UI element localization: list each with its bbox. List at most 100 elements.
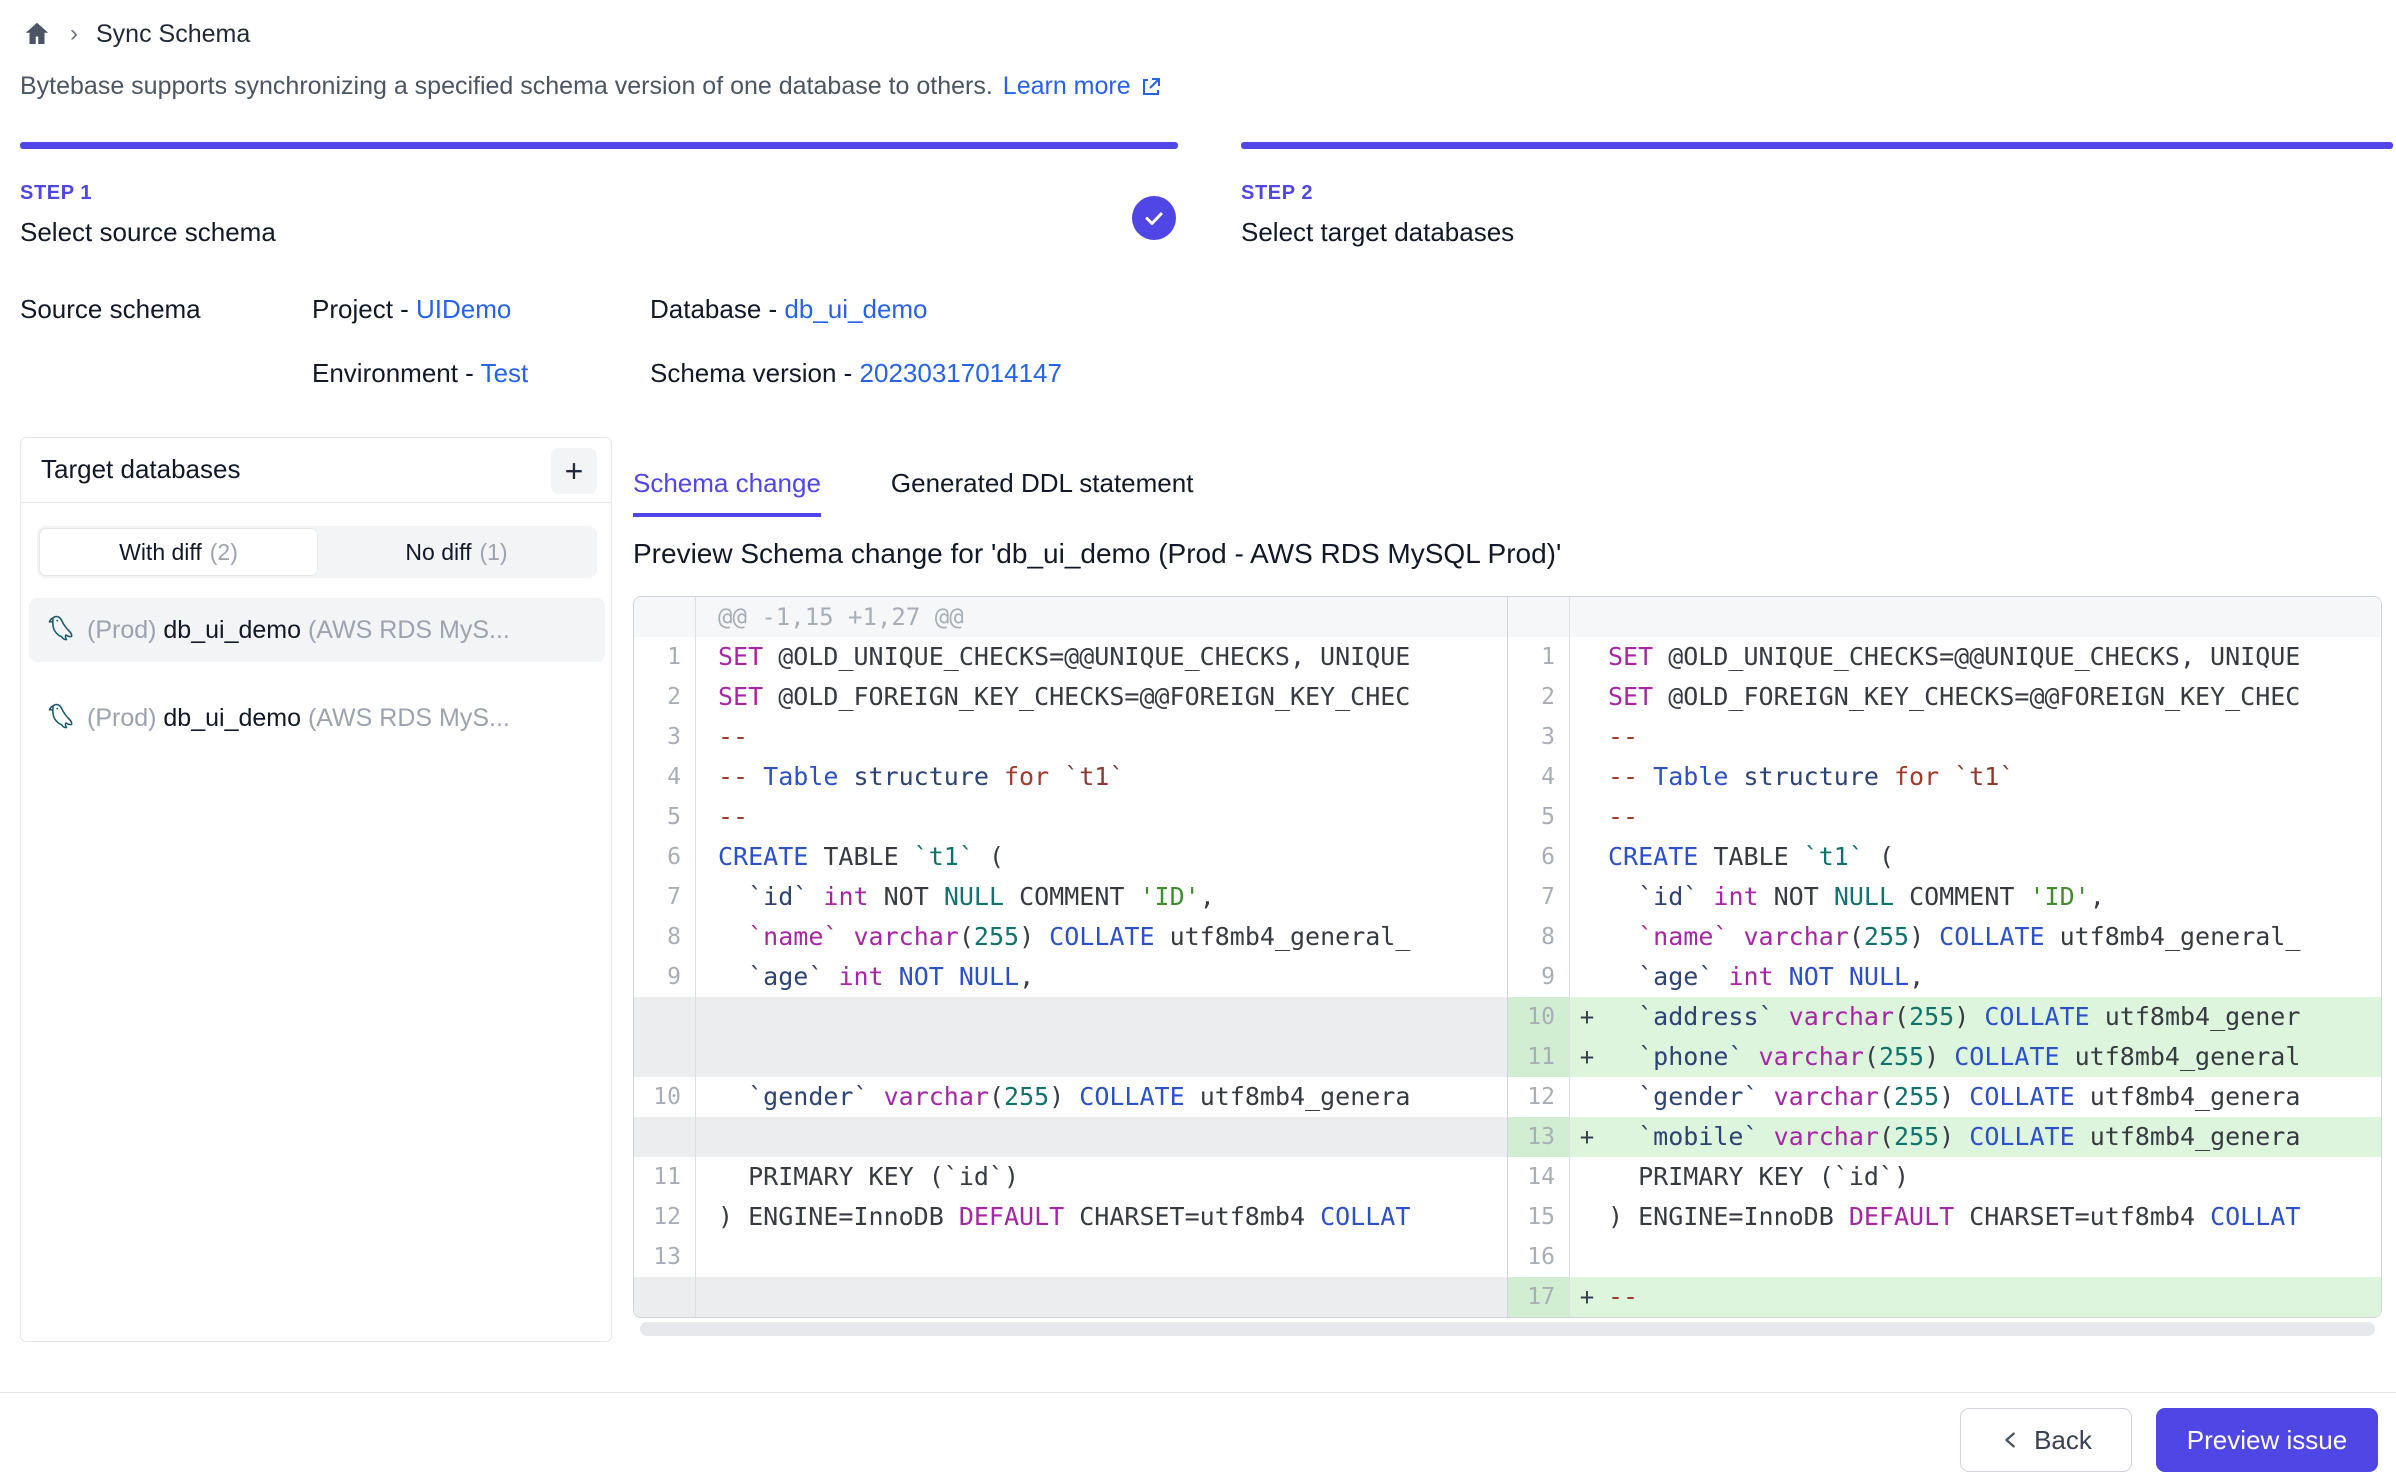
line-number: 11: [634, 1157, 696, 1197]
code-text: --: [1604, 717, 2381, 757]
segment-no-diff[interactable]: No diff (1): [318, 528, 595, 576]
tab-generated-ddl[interactable]: Generated DDL statement: [891, 468, 1194, 517]
line-number: 10: [1508, 997, 1570, 1037]
diff-line: 3--: [634, 717, 1507, 757]
line-number: 8: [1508, 917, 1570, 957]
diff-spacer-row: [634, 1277, 1507, 1317]
code-text: `id` int NOT NULL COMMENT 'ID',: [696, 877, 1507, 917]
code-text: `mobile` varchar(255) COLLATE utf8mb4_ge…: [1604, 1117, 2381, 1157]
diff-line: 5--: [1508, 797, 2381, 837]
line-number: 6: [634, 837, 696, 877]
diff-add-marker: [1570, 1077, 1604, 1117]
line-number: 4: [1508, 757, 1570, 797]
diff-line: 1SET @OLD_UNIQUE_CHECKS=@@UNIQUE_CHECKS,…: [1508, 637, 2381, 677]
diff-line: 4 -- Table structure for `t1`: [1508, 757, 2381, 797]
diff-add-marker: [1570, 677, 1604, 717]
database-link[interactable]: db_ui_demo: [784, 294, 927, 324]
line-number: 3: [634, 717, 696, 757]
code-text: -- Table structure for `t1`: [1604, 757, 2381, 797]
chevron-right-icon: ›: [70, 20, 78, 48]
source-environment-field: Environment - Test: [312, 358, 528, 389]
code-text: --: [1604, 1277, 2381, 1317]
schema-version-link[interactable]: 20230317014147: [860, 358, 1062, 388]
diff-add-marker: +: [1570, 1117, 1604, 1157]
line-number: 1: [634, 637, 696, 677]
diff-line: 13: [634, 1237, 1507, 1277]
mysql-icon: [43, 700, 79, 736]
line-number: 7: [1508, 877, 1570, 917]
diff-add-marker: [1570, 1197, 1604, 1237]
code-text: [696, 997, 1507, 1037]
source-schema-label: Source schema: [20, 294, 201, 325]
database-item-label: (Prod) db_ui_demo (AWS RDS MyS...: [87, 616, 510, 645]
source-database-field: Database - db_ui_demo: [650, 294, 928, 325]
home-icon[interactable]: [22, 19, 52, 49]
tab-schema-change[interactable]: Schema change: [633, 468, 821, 517]
diff-line: 10+ `address` varchar(255) COLLATE utf8m…: [1508, 997, 2381, 1037]
line-number: 13: [634, 1237, 696, 1277]
environment-link[interactable]: Test: [481, 358, 529, 388]
diff-line: 16: [1508, 1237, 2381, 1277]
code-text: [696, 1277, 1507, 1317]
code-text: SET @OLD_UNIQUE_CHECKS=@@UNIQUE_CHECKS, …: [696, 637, 1507, 677]
step2-progress-bar: [1241, 142, 2393, 149]
code-text: `id` int NOT NULL COMMENT 'ID',: [1604, 877, 2381, 917]
diff-line: 1SET @OLD_UNIQUE_CHECKS=@@UNIQUE_CHECKS,…: [634, 637, 1507, 677]
diff-line: 8 `name` varchar(255) COLLATE utf8mb4_ge…: [634, 917, 1507, 957]
learn-more-link[interactable]: Learn more: [1003, 72, 1163, 101]
step2-block: STEP 2 Select target databases: [1241, 182, 2393, 278]
diff-add-marker: [1570, 957, 1604, 997]
code-text: SET @OLD_UNIQUE_CHECKS=@@UNIQUE_CHECKS, …: [1604, 637, 2381, 677]
code-text: `address` varchar(255) COLLATE utf8mb4_g…: [1604, 997, 2381, 1037]
preview-issue-button[interactable]: Preview issue: [2156, 1408, 2378, 1472]
diff-line: 5--: [634, 797, 1507, 837]
diff-line: 10 `gender` varchar(255) COLLATE utf8mb4…: [634, 1077, 1507, 1117]
diff-spacer-row: [634, 1037, 1507, 1077]
step1-block: STEP 1 Select source schema: [20, 182, 1178, 278]
line-number: 10: [634, 1077, 696, 1117]
code-text: `phone` varchar(255) COLLATE utf8mb4_gen…: [1604, 1037, 2381, 1077]
code-text: `gender` varchar(255) COLLATE utf8mb4_ge…: [1604, 1077, 2381, 1117]
page-description: Bytebase supports synchronizing a specif…: [20, 72, 1163, 101]
schema-diff-viewer: @@ -1,15 +1,27 @@1SET @OLD_UNIQUE_CHECKS…: [633, 596, 2382, 1318]
diff-filter-segmented-control: With diff (2)No diff (1): [37, 526, 597, 578]
code-text: SET @OLD_FOREIGN_KEY_CHECKS=@@FOREIGN_KE…: [1604, 677, 2381, 717]
diff-line: 11 PRIMARY KEY (`id`): [634, 1157, 1507, 1197]
line-number: 6: [1508, 837, 1570, 877]
line-number: 15: [1508, 1197, 1570, 1237]
add-database-button[interactable]: +: [551, 448, 597, 494]
code-text: `age` int NOT NULL,: [1604, 957, 2381, 997]
mysql-icon: [43, 612, 79, 648]
sync-schema-page: › Sync Schema Bytebase supports synchron…: [0, 0, 2396, 1480]
diff-line: 4-- Table structure for `t1`: [634, 757, 1507, 797]
code-text: CREATE TABLE `t1` (: [696, 837, 1507, 877]
diff-hunk-header: @@ -1,15 +1,27 @@: [634, 597, 1507, 637]
code-text: [696, 1237, 1507, 1277]
diff-line: 12) ENGINE=InnoDB DEFAULT CHARSET=utf8mb…: [634, 1197, 1507, 1237]
diff-add-marker: +: [1570, 997, 1604, 1037]
line-number: [634, 1037, 696, 1077]
horizontal-scrollbar[interactable]: [640, 1322, 2375, 1336]
diff-add-marker: [1570, 717, 1604, 757]
diff-hunk-header: [1508, 597, 2381, 637]
diff-line: 9 `age` int NOT NULL,: [1508, 957, 2381, 997]
target-database-item[interactable]: (Prod) db_ui_demo (AWS RDS MyS...: [29, 598, 605, 662]
segment-with-diff[interactable]: With diff (2): [39, 528, 318, 576]
line-number: [634, 1277, 696, 1317]
chevron-left-icon: [2000, 1429, 2022, 1451]
external-link-icon: [1139, 75, 1163, 99]
step2-label: STEP 2: [1241, 182, 2393, 205]
target-database-item[interactable]: (Prod) db_ui_demo (AWS RDS MyS...: [29, 686, 605, 750]
code-text: [1604, 1237, 2381, 1277]
diff-line: 6CREATE TABLE `t1` (: [634, 837, 1507, 877]
code-text: ) ENGINE=InnoDB DEFAULT CHARSET=utf8mb4 …: [696, 1197, 1507, 1237]
line-number: 17: [1508, 1277, 1570, 1317]
diff-line: 17+--: [1508, 1277, 2381, 1317]
code-text: --: [696, 797, 1507, 837]
line-number: 4: [634, 757, 696, 797]
diff-line: 6CREATE TABLE `t1` (: [1508, 837, 2381, 877]
diff-pane-target: 1SET @OLD_UNIQUE_CHECKS=@@UNIQUE_CHECKS,…: [1508, 597, 2381, 1317]
back-button[interactable]: Back: [1960, 1408, 2132, 1472]
project-link[interactable]: UIDemo: [416, 294, 511, 324]
diff-line: 9 `age` int NOT NULL,: [634, 957, 1507, 997]
